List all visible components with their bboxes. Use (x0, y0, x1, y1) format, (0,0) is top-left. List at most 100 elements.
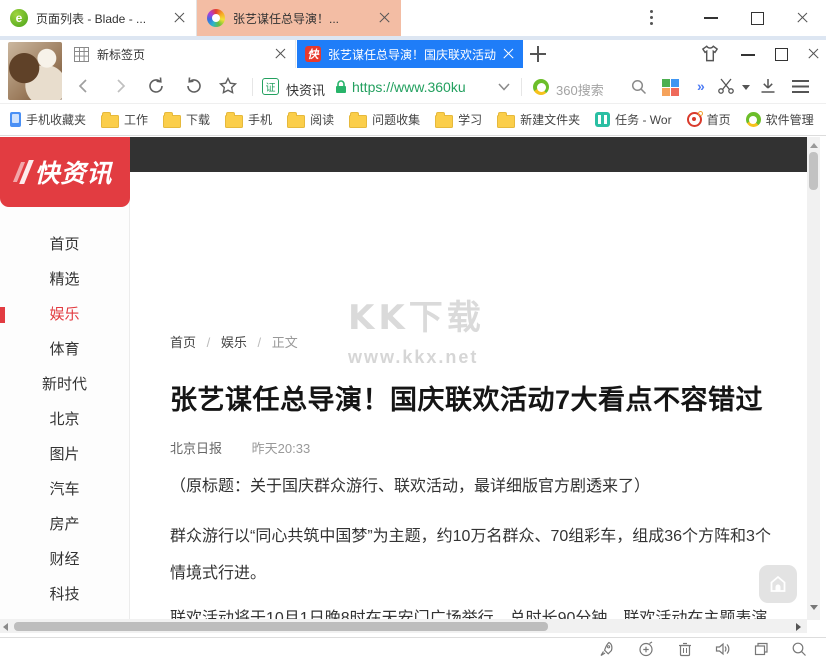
sidebar-menu: 首页 精选 娱乐 体育 新时代 北京 图片 汽车 房产 财经 科技 (0, 207, 129, 612)
caret-down-icon[interactable] (742, 85, 750, 90)
bookmark-folder[interactable]: 工作 (101, 111, 148, 128)
horizontal-scrollbar[interactable] (0, 619, 807, 633)
sidebar-item-finance[interactable]: 财经 (0, 542, 129, 577)
close-button[interactable] (808, 48, 820, 60)
bookmark-home[interactable]: 首页 (687, 111, 731, 128)
bookmark-folder[interactable]: 下载 (163, 111, 210, 128)
sidebar-item-featured[interactable]: 精选 (0, 262, 129, 297)
sidebar-item-tech[interactable]: 科技 (0, 577, 129, 612)
sidebar-item-home[interactable]: 首页 (0, 227, 129, 262)
breadcrumb-home[interactable]: 首页 (170, 335, 196, 350)
tasks-grid-icon (595, 112, 610, 127)
toolbar-overflow-icon[interactable]: » (697, 78, 705, 94)
phone-icon (10, 112, 21, 127)
scroll-right-icon[interactable] (796, 623, 801, 631)
forward-icon[interactable] (110, 76, 130, 96)
sound-icon[interactable] (713, 640, 731, 658)
search-input[interactable]: 360搜索 (556, 80, 604, 99)
more-menu-icon[interactable] (650, 10, 654, 26)
close-icon[interactable] (503, 48, 515, 60)
certificate-badge[interactable]: 证 (262, 78, 279, 95)
360-icon (746, 112, 761, 127)
bookmark-tasks[interactable]: 任务 - Wor (595, 111, 671, 128)
bookmark-folder[interactable]: 问题收集 (349, 111, 420, 128)
divider (521, 78, 522, 96)
article-source: 北京日报 (170, 441, 222, 456)
folder-icon (349, 115, 367, 128)
browser-e-logo-icon: e (10, 9, 28, 27)
folder-icon (435, 115, 453, 128)
back-icon[interactable] (74, 76, 94, 96)
bookmark-software-manager[interactable]: 软件管理 (746, 111, 814, 128)
sidebar-item-realestate[interactable]: 房产 (0, 507, 129, 542)
minimize-button[interactable] (688, 0, 734, 36)
maximize-button[interactable] (734, 0, 780, 36)
refresh-icon[interactable] (146, 76, 166, 96)
browser-tabstrip: 新标签页 快 张艺谋任总导演！国庆联欢活动 (0, 40, 826, 68)
breadcrumb-entertainment[interactable]: 娱乐 (221, 335, 247, 350)
theme-shirt-icon[interactable] (699, 44, 721, 64)
vertical-scrollbar[interactable] (807, 137, 820, 620)
kuaizixun-icon: 快 (305, 46, 321, 62)
folder-icon (101, 115, 119, 128)
close-icon[interactable] (174, 12, 186, 24)
chevron-down-icon[interactable] (497, 82, 511, 92)
os-tab-title: 页面列表 - Blade - ... (36, 10, 164, 27)
status-bar (0, 637, 826, 659)
bookmark-folder[interactable]: 新建文件夹 (497, 111, 580, 128)
screenshot-scissors-icon[interactable] (716, 76, 736, 96)
os-tab-page-list[interactable]: e 页面列表 - Blade - ... (0, 0, 197, 36)
tab-new-tab-page[interactable]: 新标签页 (66, 40, 296, 68)
sidebar-item-pictures[interactable]: 图片 (0, 437, 129, 472)
article-paragraph: 联欢活动将于10月1日晚8时在天安门广场举行，总时长90分钟，联欢活动在主题表演 (170, 604, 767, 619)
folder-icon (287, 115, 305, 128)
back-to-top-home-button[interactable] (759, 565, 797, 603)
bookmark-mobile-favorites[interactable]: 手机收藏夹 (10, 111, 86, 128)
menu-icon[interactable] (792, 80, 809, 93)
address-url[interactable]: https://www.360ku (352, 79, 490, 95)
windows-restore-icon[interactable] (752, 640, 770, 658)
bookmark-folder[interactable]: 手机 (225, 111, 272, 128)
maximize-button[interactable] (775, 48, 788, 61)
sidebar-item-beijing[interactable]: 北京 (0, 402, 129, 437)
search-icon[interactable] (630, 78, 648, 96)
article-paragraph: 群众游行以“同心共筑中国梦”为主题，约10万名群众、70组彩车，组成36个方阵和… (170, 522, 771, 546)
site-sidebar: 快资讯 首页 精选 娱乐 体育 新时代 北京 图片 汽车 房产 财经 科技 (0, 137, 130, 619)
browser-toolbar: 证 快资讯 https://www.360ku 360搜索 » (0, 70, 826, 104)
minimize-button[interactable] (741, 54, 755, 56)
site-logo[interactable]: 快资讯 (0, 137, 130, 207)
trash-icon[interactable] (676, 640, 694, 658)
apps-grid-icon[interactable] (662, 79, 679, 96)
scroll-down-icon[interactable] (810, 605, 818, 610)
new-tab-button[interactable] (530, 46, 546, 62)
bookmarks-overflow-icon[interactable]: » (806, 110, 814, 126)
download-icon[interactable] (758, 76, 778, 96)
find-icon[interactable] (790, 640, 808, 658)
weibo-icon (687, 112, 702, 127)
360-search-logo-icon (533, 79, 549, 95)
sidebar-item-entertainment[interactable]: 娱乐 (0, 297, 129, 332)
breadcrumb-current: 正文 (272, 335, 298, 350)
tab-article-active[interactable]: 快 张艺谋任总导演！国庆联欢活动 (297, 40, 523, 68)
user-avatar[interactable] (8, 42, 62, 100)
sidebar-item-cars[interactable]: 汽车 (0, 472, 129, 507)
favorite-star-icon[interactable] (218, 76, 238, 96)
flash-save-icon[interactable] (637, 640, 655, 658)
sidebar-item-sports[interactable]: 体育 (0, 332, 129, 367)
os-tab-article[interactable]: 张艺谋任总导演！... (197, 0, 401, 36)
vertical-scrollbar-thumb[interactable] (809, 152, 818, 190)
page-header-bar (130, 137, 807, 172)
scroll-up-icon[interactable] (810, 143, 818, 148)
bookmark-folder[interactable]: 阅读 (287, 111, 334, 128)
sidebar-item-new-era[interactable]: 新时代 (0, 367, 129, 402)
close-icon[interactable] (379, 12, 391, 24)
close-button[interactable] (780, 0, 826, 36)
close-icon[interactable] (275, 48, 287, 60)
os-titlebar: e 页面列表 - Blade - ... 张艺谋任总导演！... (0, 0, 826, 36)
horizontal-scrollbar-thumb[interactable] (14, 622, 548, 631)
bookmark-folder[interactable]: 学习 (435, 111, 482, 128)
scroll-left-icon[interactable] (3, 623, 8, 631)
speed-rocket-icon[interactable] (598, 640, 616, 658)
site-name[interactable]: 快资讯 (286, 80, 325, 99)
undo-icon[interactable] (184, 76, 204, 96)
